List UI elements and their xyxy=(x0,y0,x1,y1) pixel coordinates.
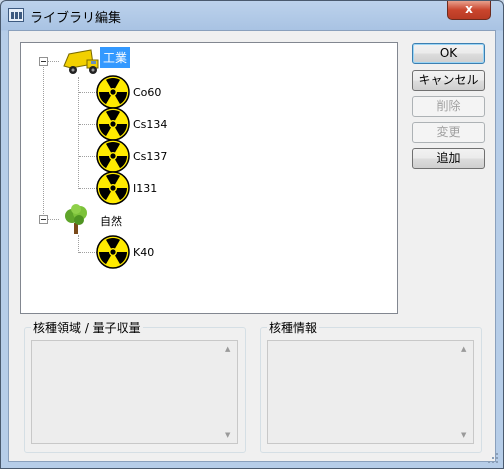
close-button[interactable]: x xyxy=(447,1,491,20)
app-icon xyxy=(8,8,24,22)
nuclide-info-list[interactable]: ▲ ▼ xyxy=(267,340,474,444)
ok-button[interactable]: OK xyxy=(412,43,485,64)
nuclide-info-title: 核種情報 xyxy=(267,319,320,336)
add-button[interactable]: 追加 xyxy=(412,148,485,169)
nuclide-range-list[interactable]: ▲ ▼ xyxy=(31,340,238,444)
dialog-body: 工業 Co60 Cs134 Cs137 I131 自然 K40 OK キャンセル… xyxy=(8,30,496,462)
tree-item-k40[interactable]: K40 xyxy=(133,246,154,259)
collapse-toggle-natural[interactable] xyxy=(39,215,48,224)
tree-node-natural[interactable]: 自然 xyxy=(100,213,122,229)
tree-node-industrial[interactable]: 工業 xyxy=(100,47,131,68)
title-bar[interactable]: ライブラリ編集 x xyxy=(1,1,503,30)
radiation-icon xyxy=(96,171,130,209)
tree-item-i131[interactable]: I131 xyxy=(133,182,157,195)
tree-connector xyxy=(78,235,79,253)
nuclide-range-group: 核種領域 / 量子収量 ▲ ▼ xyxy=(24,319,246,453)
tree-connector xyxy=(78,77,79,189)
change-button[interactable]: 変更 xyxy=(412,122,485,143)
delete-button[interactable]: 削除 xyxy=(412,96,485,117)
tree-connector xyxy=(43,65,44,220)
scroll-down-icon[interactable]: ▼ xyxy=(461,431,466,439)
radiation-icon xyxy=(96,235,130,273)
tree-item-cs137[interactable]: Cs137 xyxy=(133,150,167,163)
nuclide-info-group: 核種情報 ▲ ▼ xyxy=(260,319,482,453)
scroll-down-icon[interactable]: ▼ xyxy=(225,431,230,439)
scrollbar[interactable]: ▲ ▼ xyxy=(221,341,237,443)
scroll-up-icon[interactable]: ▲ xyxy=(461,345,466,353)
cancel-button[interactable]: キャンセル xyxy=(412,70,485,91)
tree-connector xyxy=(47,61,59,62)
library-edit-dialog: ライブラリ編集 x 工業 Co60 Cs134 Cs137 I131 自然 K4… xyxy=(0,0,504,469)
collapse-toggle-industrial[interactable] xyxy=(39,57,48,66)
resize-grip-icon[interactable] xyxy=(487,452,499,464)
nuclide-range-title: 核種領域 / 量子収量 xyxy=(31,319,143,336)
tree-item-cs134[interactable]: Cs134 xyxy=(133,118,167,131)
tree-connector xyxy=(47,219,59,220)
scrollbar[interactable]: ▲ ▼ xyxy=(457,341,473,443)
tree-icon xyxy=(65,204,87,234)
tree-item-co60[interactable]: Co60 xyxy=(133,86,161,99)
library-tree[interactable]: 工業 Co60 Cs134 Cs137 I131 自然 K40 xyxy=(20,42,398,314)
scroll-up-icon[interactable]: ▲ xyxy=(225,345,230,353)
window-title: ライブラリ編集 xyxy=(30,11,122,26)
dump-truck-icon xyxy=(63,49,99,74)
